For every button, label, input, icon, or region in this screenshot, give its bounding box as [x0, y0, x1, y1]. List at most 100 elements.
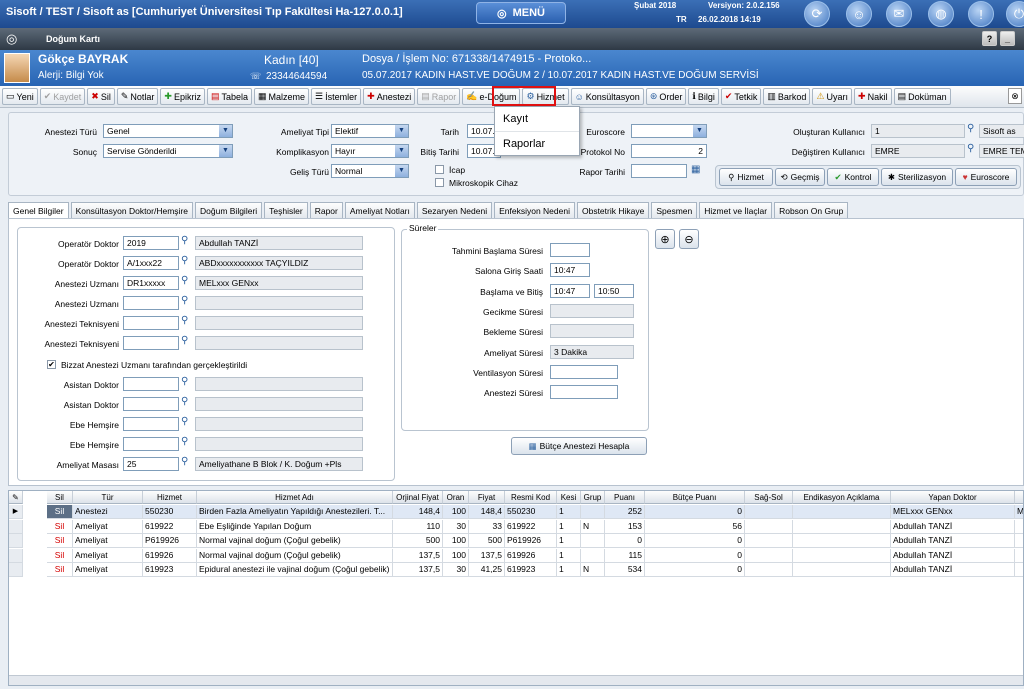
protokol-input[interactable]: 2 — [631, 144, 707, 158]
toolbar-button-doküman[interactable]: ▤ Doküman — [893, 88, 951, 105]
search-icon[interactable]: ⚲ — [967, 143, 974, 154]
icap-checkbox[interactable] — [435, 165, 444, 174]
rapor-tarihi-input[interactable] — [631, 164, 687, 178]
sure-input[interactable]: 10:47 — [550, 263, 590, 278]
power-icon[interactable]: ⏻ — [1006, 1, 1024, 27]
delete-link[interactable]: Sil — [47, 505, 73, 519]
grid-header[interactable]: Puanı — [605, 491, 645, 504]
grid-header[interactable]: Kesi — [557, 491, 581, 504]
toolbar-button-barkod[interactable]: ▥ Barkod — [763, 88, 811, 105]
grid-header[interactable]: Sağ-Sol — [745, 491, 793, 504]
grid-header[interactable]: Resmi Kod — [505, 491, 557, 504]
tab-9[interactable]: Obstetrik Hikaye — [576, 202, 650, 218]
sure-input[interactable] — [550, 385, 618, 400]
tab-4[interactable]: Teşhisler — [264, 202, 308, 218]
alert-icon[interactable]: ! — [968, 1, 994, 27]
mikroskopik-checkbox[interactable] — [435, 178, 444, 187]
butce-hesapla-button[interactable]: ▦ Bütçe Anestezi Hesapla — [511, 437, 647, 455]
grid-header[interactable]: Hizmet — [143, 491, 197, 504]
anestezi-turu-select[interactable]: Genel ▼ — [103, 124, 233, 138]
sonuc-select[interactable]: Servise Gönderildi ▼ — [103, 144, 233, 158]
grid-header[interactable]: Orjinal Fiyat — [393, 491, 443, 504]
sure-input[interactable] — [550, 243, 590, 257]
olusturan-label: Oluşturan Kullanıcı — [793, 127, 865, 137]
toolbar-button-tetkik[interactable]: ✔ Tetkik — [720, 88, 762, 105]
users-icon[interactable]: ☺ — [846, 1, 872, 27]
zoom-out-icon[interactable]: ⊖ — [679, 229, 699, 249]
toolbar-button-nakil[interactable]: ✚ Nakil — [854, 88, 892, 105]
row-indicator[interactable] — [9, 534, 23, 548]
grid-header[interactable]: Tür — [73, 491, 143, 504]
komplikasyon-select[interactable]: Hayır ▼ — [331, 144, 409, 158]
grid-header[interactable]: Endikasyon Açıklama — [793, 491, 891, 504]
tab-12[interactable]: Robson On Grup — [774, 202, 849, 218]
grid-cell: N — [581, 519, 605, 534]
toolbar-button-bilgi[interactable]: ℹ Bilgi — [688, 88, 719, 105]
zoom-in-icon[interactable]: ⊕ — [655, 229, 675, 249]
grid-header[interactable]: Hizmet Adı — [197, 491, 393, 504]
refresh-icon[interactable]: ⟳ — [804, 1, 830, 27]
delete-link[interactable]: Sil — [47, 563, 73, 577]
tab-10[interactable]: Spesmen — [651, 202, 698, 218]
globe-icon[interactable]: ◍ — [928, 1, 954, 27]
row-indicator[interactable] — [9, 548, 23, 563]
tab-11[interactable]: Hizmet ve İlaçlar — [699, 202, 773, 218]
tab-1[interactable]: Genel Bilgiler — [8, 202, 69, 219]
toolbar-button-kaydet[interactable]: ✔ Kaydet — [39, 88, 86, 105]
sure-end-input[interactable]: 10:50 — [594, 283, 634, 298]
sterilizasyon-button[interactable]: ✱ Sterilizasyon — [881, 168, 953, 186]
toolbar-button-konsültasyon[interactable]: ☺ Konsültasyon — [570, 88, 644, 105]
delete-link[interactable]: Sil — [47, 548, 73, 563]
toolbar-button-sil[interactable]: ✖ Sil — [87, 88, 115, 105]
gelis-turu-select[interactable]: Normal ▼ — [331, 164, 409, 178]
sure-input[interactable]: 10:47 — [550, 283, 590, 298]
grid-cell: P619926 — [143, 534, 197, 548]
row-indicator[interactable] — [9, 519, 23, 534]
toolbar-button-order[interactable]: ⊛ Order — [645, 88, 687, 105]
toolbar-button-anestezi[interactable]: ✚ Anestezi — [363, 88, 416, 105]
sure-input[interactable] — [550, 364, 618, 379]
tab-3[interactable]: Doğum Bilgileri — [195, 202, 263, 218]
grid-header[interactable]: Bütçe Puanı — [645, 491, 745, 504]
help-icon[interactable]: ? — [982, 31, 997, 46]
wrench-icon[interactable]: ✎ — [9, 491, 23, 504]
row-indicator[interactable] — [9, 563, 23, 577]
delete-link[interactable]: Sil — [47, 534, 73, 548]
grid-header[interactable]: Sil — [47, 491, 73, 504]
toolbar-button-yeni[interactable]: ▭ Yeni — [2, 88, 38, 105]
dropdown-item-kayit[interactable]: Kayıt — [495, 107, 579, 131]
menu-button[interactable]: ◎ MENÜ — [476, 2, 566, 24]
mail-icon[interactable]: ✉ — [886, 1, 912, 27]
grid-header[interactable]: Yapan Doktor — [891, 491, 1015, 504]
toolbar-button-uyarı[interactable]: ⚠ Uyarı — [812, 88, 853, 105]
toolbar-button-i-stemler[interactable]: ☰ İstemler — [311, 88, 362, 105]
tab-7[interactable]: Sezaryen Nedeni — [416, 202, 493, 218]
gecmis-button[interactable]: ⟲ Geçmiş — [775, 168, 825, 186]
grid-scrollbar[interactable] — [9, 675, 1023, 685]
toolbar-button-tabela[interactable]: ▤ Tabela — [206, 88, 253, 105]
tab-6[interactable]: Ameliyat Notları — [344, 202, 415, 218]
ameliyat-tipi-label: Ameliyat Tipi — [280, 127, 329, 137]
toolbar-button-epikriz[interactable]: ✚ Epikriz — [160, 88, 205, 105]
toolbar-button-notlar[interactable]: ✎ Notlar — [116, 88, 159, 105]
delete-link[interactable]: Sil — [47, 519, 73, 534]
dropdown-item-raporlar[interactable]: Raporlar — [495, 131, 579, 155]
toolbar-button-rapor[interactable]: ▤ Rapor — [417, 88, 461, 105]
minimize-icon[interactable]: _ — [1000, 31, 1015, 46]
calendar-icon[interactable]: ▦ — [691, 164, 700, 175]
row-indicator[interactable]: ▶ — [9, 505, 23, 519]
grid-header[interactable]: Fiyat — [469, 491, 505, 504]
tab-2[interactable]: Konsültasyon Doktor/Hemşire — [70, 202, 193, 218]
hizmet-button[interactable]: ⚲ Hizmet — [719, 168, 773, 186]
tab-5[interactable]: Rapor — [309, 202, 343, 218]
kontrol-button[interactable]: ✔ Kontrol — [827, 168, 879, 186]
ameliyat-tipi-select[interactable]: Elektif ▼ — [331, 124, 409, 138]
search-icon[interactable]: ⚲ — [967, 123, 974, 134]
toolbar-button-malzeme[interactable]: ▦ Malzeme — [254, 88, 310, 105]
euroscore-button[interactable]: ♥ Euroscore — [955, 168, 1017, 186]
grid-header[interactable]: Oran — [443, 491, 469, 504]
euroscore-select[interactable]: ▼ — [631, 124, 707, 138]
close-icon[interactable]: ⊗ — [1008, 88, 1022, 104]
tab-8[interactable]: Enfeksiyon Nedeni — [494, 202, 575, 218]
grid-header[interactable]: Grup — [581, 491, 605, 504]
